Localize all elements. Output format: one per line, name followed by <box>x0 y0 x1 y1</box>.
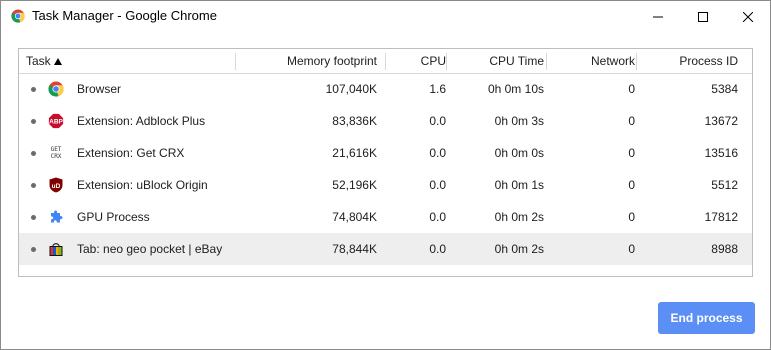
column-divider[interactable] <box>385 53 386 70</box>
bullet-icon <box>31 215 36 220</box>
chrome-icon <box>11 9 25 23</box>
end-process-button[interactable]: End process <box>658 302 755 334</box>
cpu-value: 1.6 <box>429 82 446 96</box>
cpu-value: 0.0 <box>429 146 446 160</box>
column-divider[interactable] <box>636 53 637 70</box>
cpu-time-value: 0h 0m 1s <box>494 178 544 192</box>
process-id-value: 17812 <box>704 210 738 224</box>
ublock-origin-glyph: uD <box>52 183 61 190</box>
column-header-process-id[interactable]: Process ID <box>679 49 738 73</box>
puzzle-icon <box>51 210 63 223</box>
process-id-value: 13516 <box>704 146 738 160</box>
network-value: 0 <box>628 82 635 96</box>
cpu-time-value: 0h 0m 3s <box>494 114 544 128</box>
network-value: 0 <box>628 114 635 128</box>
chrome-icon <box>48 81 64 97</box>
bullet-icon <box>31 119 36 124</box>
bullet-icon <box>31 183 36 188</box>
adblock-plus-glyph: ABP <box>49 119 63 126</box>
maximize-icon <box>698 11 708 22</box>
ebay-bag-icon <box>49 243 63 256</box>
memory-value: 21,616K <box>332 146 377 160</box>
process-table: Task Memory footprint CPU CPU Time Netwo… <box>18 48 753 277</box>
window-title: Task Manager - Google Chrome <box>32 8 217 23</box>
memory-value: 74,804K <box>332 210 377 224</box>
table-row[interactable]: ABP Extension: Adblock Plus 83,836K 0.0 … <box>19 105 752 137</box>
table-row-selected[interactable]: Tab: neo geo pocket | eBay 78,844K 0.0 0… <box>19 233 752 265</box>
bullet-icon <box>31 151 36 156</box>
cpu-value: 0.0 <box>429 242 446 256</box>
process-id-value: 5512 <box>711 178 738 192</box>
column-header-cpu[interactable]: CPU <box>421 49 446 73</box>
task-name: GPU Process <box>77 210 150 224</box>
task-name: Extension: Get CRX <box>77 146 185 160</box>
adblock-plus-icon: ABP <box>48 113 64 129</box>
bullet-icon <box>31 87 36 92</box>
task-name: Tab: neo geo pocket | eBay <box>77 242 223 256</box>
column-header-task[interactable]: Task <box>26 49 51 73</box>
close-button[interactable] <box>725 1 771 32</box>
network-value: 0 <box>628 178 635 192</box>
table-row[interactable]: GPU Process 74,804K 0.0 0h 0m 2s 0 17812 <box>19 201 752 233</box>
network-value: 0 <box>628 146 635 160</box>
cpu-time-value: 0h 0m 0s <box>494 146 544 160</box>
ublock-origin-icon: uD <box>49 177 63 193</box>
task-name: Browser <box>77 82 122 96</box>
table-row[interactable]: GET CRX Extension: Get CRX 21,616K 0.0 0… <box>19 137 752 169</box>
memory-value: 107,040K <box>325 82 377 96</box>
memory-value: 78,844K <box>332 242 377 256</box>
column-header-cpu-time[interactable]: CPU Time <box>489 49 544 73</box>
process-id-value: 5384 <box>711 82 738 96</box>
cpu-value: 0.0 <box>429 210 446 224</box>
process-id-value: 8988 <box>711 242 738 256</box>
close-icon <box>743 11 753 22</box>
bullet-icon <box>31 247 36 252</box>
cpu-time-value: 0h 0m 2s <box>494 210 544 224</box>
network-value: 0 <box>628 242 635 256</box>
column-header-memory[interactable]: Memory footprint <box>287 49 377 73</box>
network-value: 0 <box>628 210 635 224</box>
table-header: Task Memory footprint CPU CPU Time Netwo… <box>19 49 752 74</box>
column-divider[interactable] <box>546 53 547 70</box>
process-id-value: 13672 <box>704 114 738 128</box>
column-header-network[interactable]: Network <box>591 49 635 73</box>
task-name: Extension: Adblock Plus <box>77 114 206 128</box>
sort-ascending-icon <box>54 58 62 65</box>
maximize-button[interactable] <box>680 1 726 32</box>
get-crx-icon: GET CRX <box>50 146 62 160</box>
cpu-time-value: 0h 0m 2s <box>494 242 544 256</box>
column-divider[interactable] <box>446 53 447 70</box>
minimize-icon <box>653 16 663 17</box>
memory-value: 52,196K <box>332 178 377 192</box>
minimize-button[interactable] <box>635 1 681 32</box>
table-row[interactable]: Browser 107,040K 1.6 0h 0m 10s 0 5384 <box>19 73 752 105</box>
cpu-time-value: 0h 0m 10s <box>487 82 544 96</box>
memory-value: 83,836K <box>332 114 377 128</box>
title-bar[interactable]: Task Manager - Google Chrome <box>1 1 770 32</box>
task-name: Extension: uBlock Origin <box>77 178 208 192</box>
task-manager-window: Task Manager - Google Chrome Task Memory… <box>0 0 771 350</box>
cpu-value: 0.0 <box>429 114 446 128</box>
cpu-value: 0.0 <box>429 178 446 192</box>
column-divider[interactable] <box>235 53 236 70</box>
table-row[interactable]: uD Extension: uBlock Origin 52,196K 0.0 … <box>19 169 752 201</box>
